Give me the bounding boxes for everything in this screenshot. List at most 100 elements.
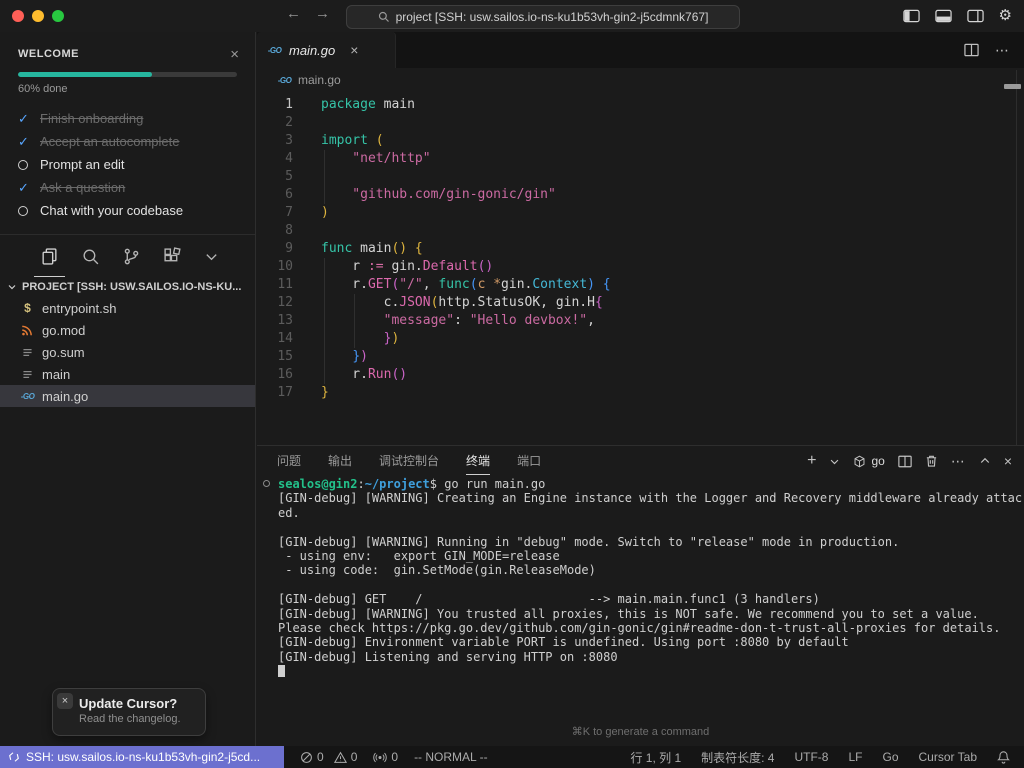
code-line[interactable]: 9func main() { [257, 240, 1024, 258]
panel-tab-端口[interactable]: 端口 [517, 447, 541, 475]
explorer-files-icon[interactable] [40, 235, 59, 277]
encoding[interactable]: UTF-8 [794, 750, 828, 764]
code-line[interactable]: 3import ( [257, 132, 1024, 150]
explorer-section-header[interactable]: PROJECT [SSH: USW.SAILOS.IO-NS-KU... [0, 277, 255, 297]
more-actions-icon[interactable]: ⋯ [995, 42, 1010, 59]
explorer-section-title: PROJECT [SSH: USW.SAILOS.IO-NS-KU... [22, 281, 241, 293]
maximize-panel-icon[interactable] [979, 455, 991, 467]
code-line[interactable]: 16 r.Run() [257, 366, 1024, 384]
language-mode[interactable]: Go [883, 750, 899, 764]
panel-tab-输出[interactable]: 输出 [328, 447, 352, 475]
tab-label: main.go [289, 43, 335, 58]
cursor-position[interactable]: 行 1, 列 1 [630, 749, 681, 766]
eol-sequence[interactable]: LF [848, 750, 862, 764]
split-editor-icon[interactable] [964, 43, 979, 57]
editor-scrollbar[interactable] [1016, 70, 1017, 445]
new-terminal-icon[interactable]: + [807, 454, 816, 468]
code-line[interactable]: 6 "github.com/gin-gonic/gin" [257, 186, 1024, 204]
panel-tab-终端[interactable]: 终端 [466, 447, 490, 475]
code-line[interactable]: 7) [257, 204, 1024, 222]
code-line[interactable]: 12 c.JSON(http.StatusOK, gin.H{ [257, 294, 1024, 312]
code-line[interactable]: 17} [257, 384, 1024, 402]
search-view-icon[interactable] [81, 235, 100, 277]
terminal-dropdown-icon[interactable] [829, 456, 840, 467]
sidebar-toolbar [0, 235, 255, 277]
command-decoration-icon[interactable] [263, 480, 270, 487]
search-icon [378, 11, 390, 23]
line-content: r.Run() [321, 366, 407, 384]
settings-gear-icon[interactable]: ⚙ [999, 7, 1012, 25]
code-line[interactable]: 4 "net/http" [257, 150, 1024, 168]
code-line[interactable]: 13 "message": "Hello devbox!", [257, 312, 1024, 330]
close-window-button[interactable] [12, 10, 24, 22]
line-content: r := gin.Default() [321, 258, 493, 276]
back-button[interactable]: ← [286, 5, 301, 22]
file-item-main.go[interactable]: -GOmain.go [0, 385, 255, 407]
code-line[interactable]: 10 r := gin.Default() [257, 258, 1024, 276]
welcome-close-icon[interactable]: × [230, 49, 239, 60]
file-item-entrypoint.sh[interactable]: $entrypoint.sh [0, 297, 255, 319]
split-terminal-icon[interactable] [898, 455, 912, 468]
terminal-output[interactable]: sealos@gin2:~/project$ go run main.go[GI… [257, 477, 1022, 708]
notification-title[interactable]: Update Cursor? [79, 696, 205, 711]
code-line[interactable]: 1package main [257, 96, 1024, 114]
problems-indicator[interactable]: 0 0 [300, 750, 357, 764]
chevron-down-icon[interactable] [204, 235, 219, 277]
file-item-main[interactable]: main [0, 363, 255, 385]
line-content: }) [321, 330, 399, 348]
code-line[interactable]: 2 [257, 114, 1024, 132]
close-panel-icon[interactable]: × [1004, 453, 1012, 469]
indentation[interactable]: 制表符长度: 4 [701, 749, 774, 766]
tab-close-icon[interactable]: × [350, 45, 358, 55]
kill-terminal-icon[interactable] [925, 454, 938, 468]
toggle-primary-sidebar-icon[interactable] [903, 9, 920, 23]
extensions-icon[interactable] [163, 235, 182, 277]
file-name: go.mod [42, 323, 85, 338]
welcome-item[interactable]: ✓Accept an autocomplete [0, 130, 255, 153]
notification-close-icon[interactable]: × [57, 693, 73, 709]
panel-tab-调试控制台[interactable]: 调试控制台 [379, 447, 439, 475]
line-number: 1 [257, 96, 293, 114]
code-line[interactable]: 11 r.GET("/", func(c *gin.Context) { [257, 276, 1024, 294]
line-content: import ( [321, 132, 384, 150]
vim-mode-indicator[interactable]: -- NORMAL -- [414, 750, 488, 764]
terminal-line [278, 578, 1022, 592]
code-line[interactable]: 15 }) [257, 348, 1024, 366]
forward-button[interactable]: → [315, 5, 330, 22]
editor-group: -GO main.go × ⋯ -GO main.go 1package mai… [257, 32, 1024, 445]
terminal-line: - using code: gin.SetMode(gin.ReleaseMod… [278, 563, 1022, 577]
toggle-secondary-sidebar-icon[interactable] [967, 9, 984, 23]
file-item-go.sum[interactable]: go.sum [0, 341, 255, 363]
code-line[interactable]: 14 }) [257, 330, 1024, 348]
shell-file-icon: $ [20, 301, 35, 315]
panel-tab-问题[interactable]: 问题 [277, 447, 301, 475]
notification-body[interactable]: Read the changelog. [79, 713, 205, 725]
welcome-checklist: ✓Finish onboarding✓Accept an autocomplet… [0, 107, 255, 222]
code-line[interactable]: 5 [257, 168, 1024, 186]
broadcast-icon [373, 751, 387, 764]
toggle-panel-icon[interactable] [935, 9, 952, 23]
welcome-item[interactable]: ✓Ask a question [0, 176, 255, 199]
document-file-icon [20, 368, 35, 381]
panel-more-icon[interactable]: ⋯ [951, 453, 966, 470]
terminal-instance[interactable]: go [853, 454, 884, 468]
tab-main-go[interactable]: -GO main.go × [257, 32, 396, 68]
welcome-item[interactable]: Prompt an edit [0, 153, 255, 176]
welcome-item[interactable]: Chat with your codebase [0, 199, 255, 222]
ports-indicator[interactable]: 0 [373, 750, 398, 764]
line-content: r.GET("/", func(c *gin.Context) { [321, 276, 611, 294]
minimize-window-button[interactable] [32, 10, 44, 22]
remote-indicator[interactable]: SSH: usw.sailos.io-ns-ku1b53vh-gin2-j5cd… [0, 746, 284, 768]
onboarding-progress-bar [18, 72, 237, 77]
source-control-icon[interactable] [122, 235, 141, 277]
notifications-bell-icon[interactable] [997, 750, 1010, 764]
file-item-go.mod[interactable]: go.mod [0, 319, 255, 341]
zoom-window-button[interactable] [52, 10, 64, 22]
code-area[interactable]: 1package main23import (4 "net/http"56 "g… [257, 92, 1024, 402]
command-center-search[interactable]: project [SSH: usw.sailos.io-ns-ku1b53vh-… [346, 5, 740, 29]
welcome-item[interactable]: ✓Finish onboarding [0, 107, 255, 130]
cursor-tab-indicator[interactable]: Cursor Tab [919, 750, 977, 764]
line-content: "net/http" [321, 150, 431, 168]
code-line[interactable]: 8 [257, 222, 1024, 240]
breadcrumb[interactable]: -GO main.go [257, 68, 1024, 92]
